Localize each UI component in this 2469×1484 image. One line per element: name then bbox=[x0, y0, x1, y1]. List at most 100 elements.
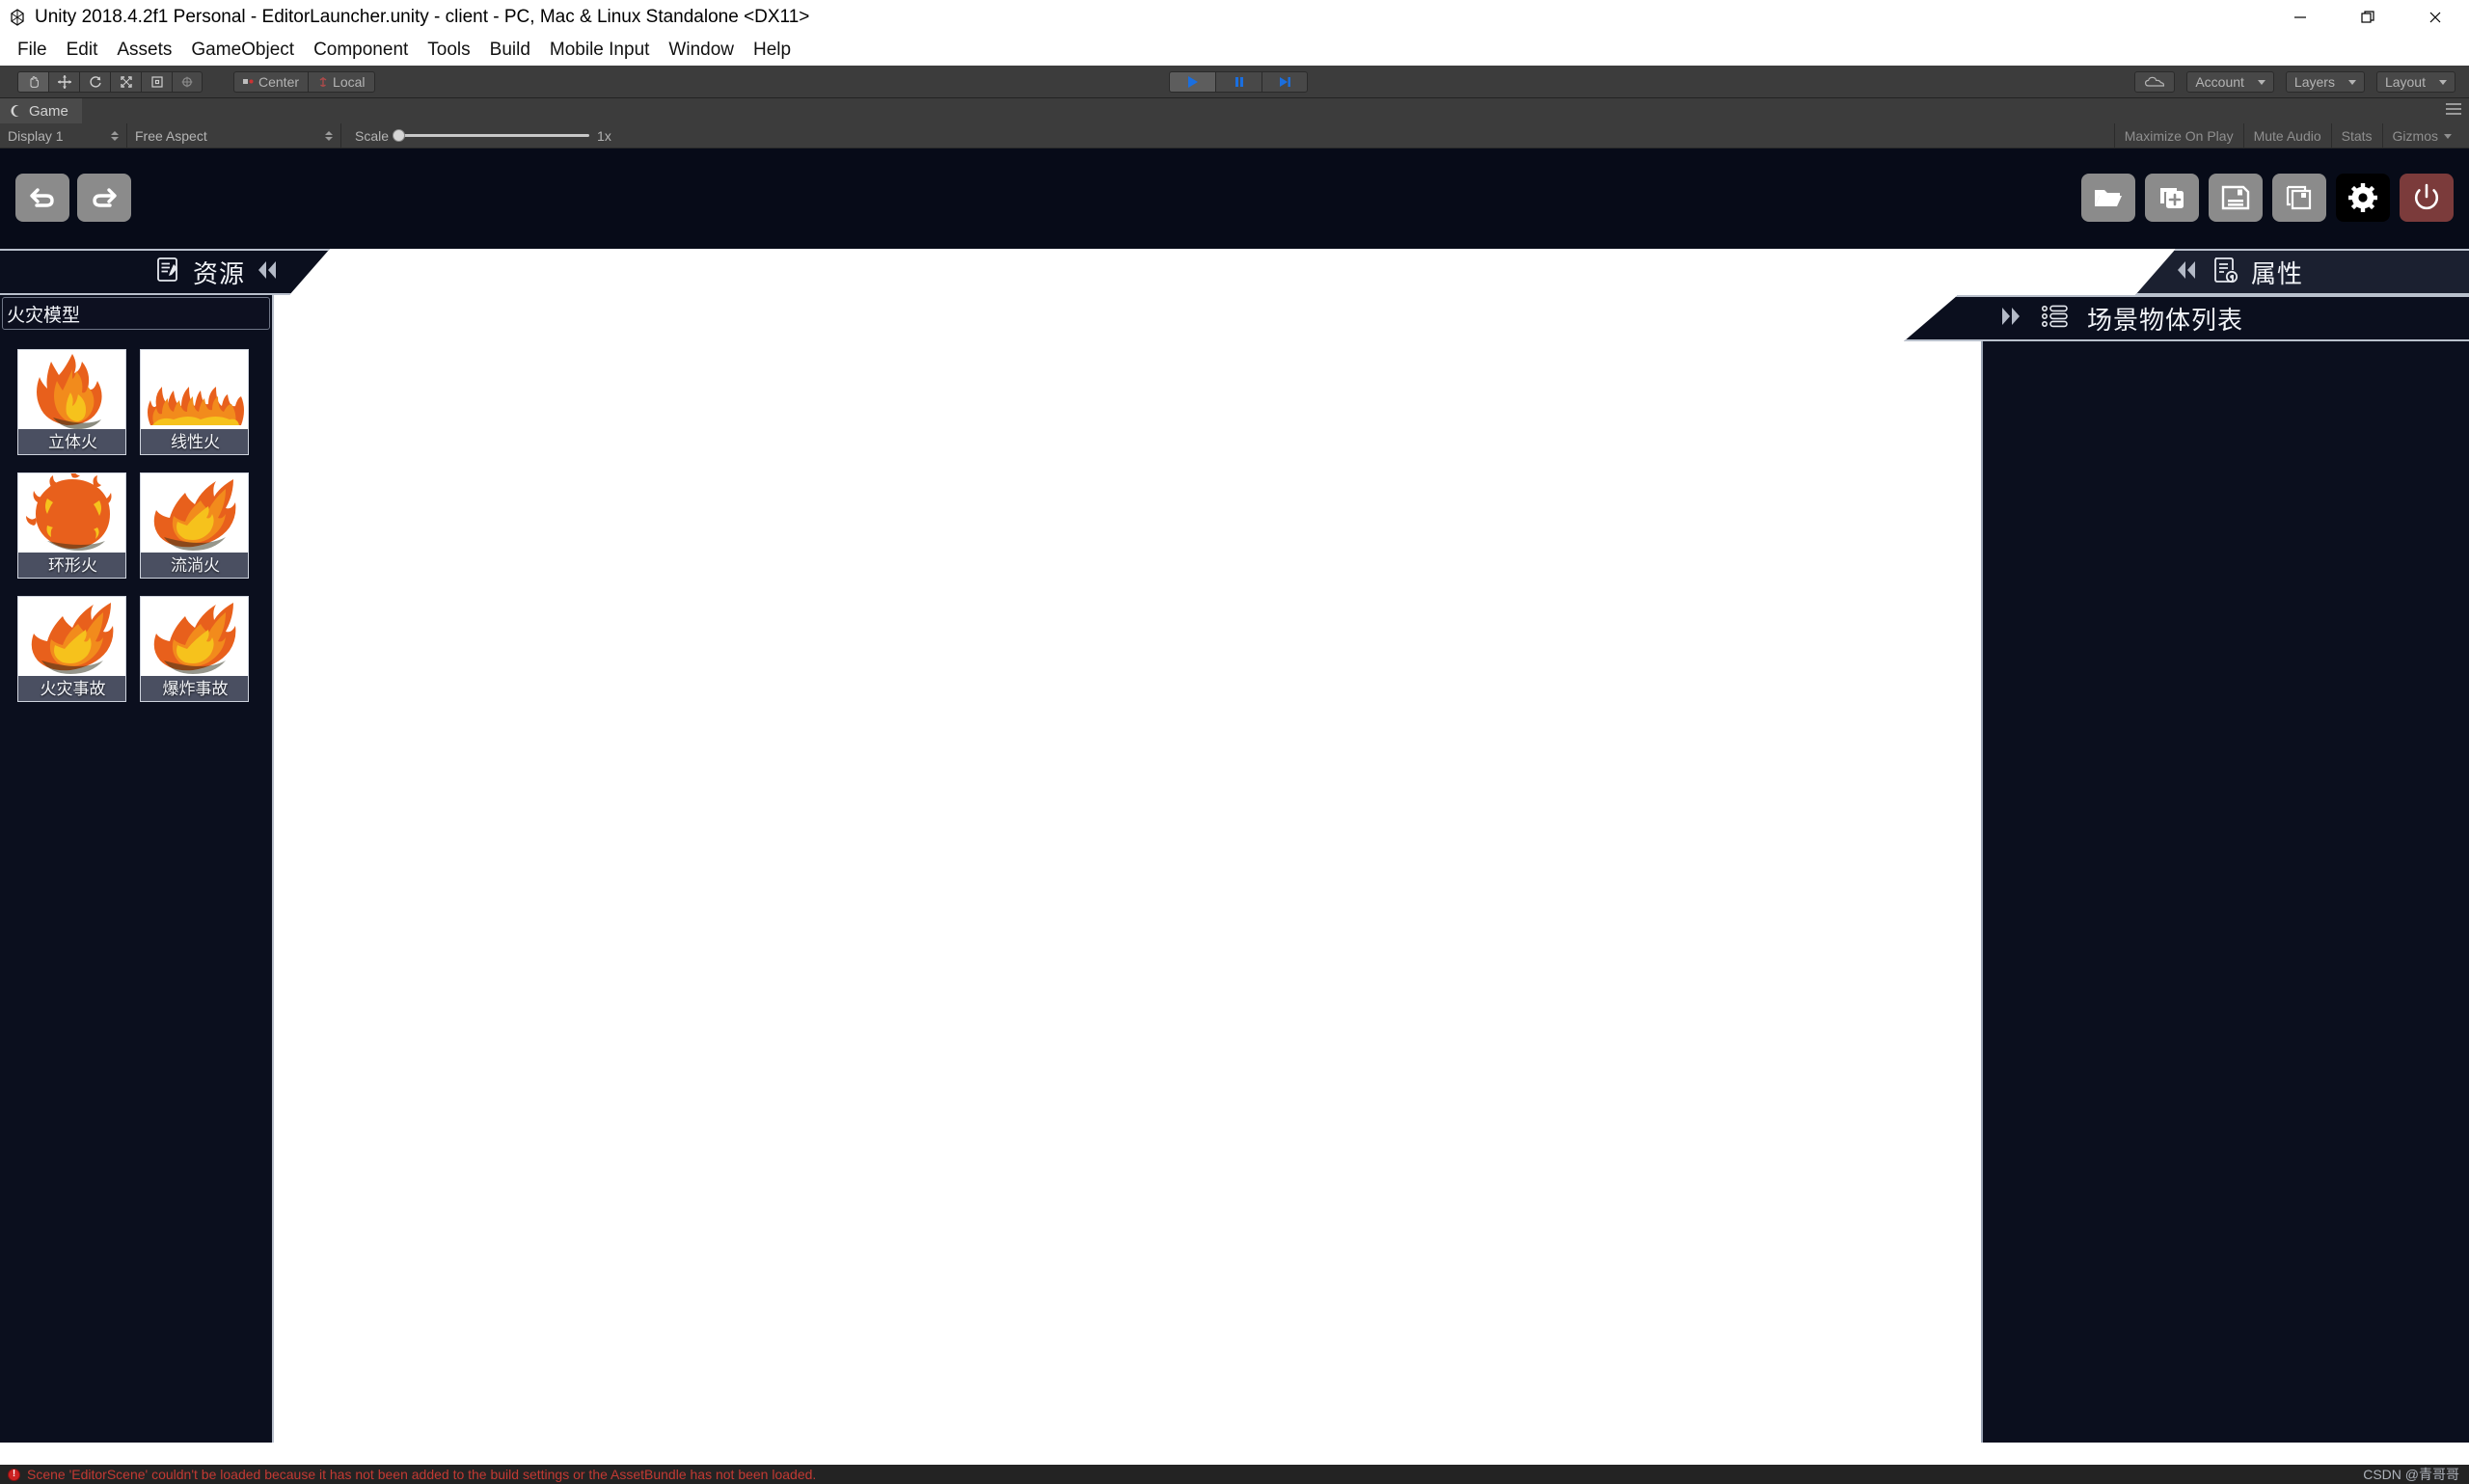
updown-arrows-icon bbox=[325, 130, 333, 141]
double-left-arrow-icon[interactable] bbox=[2174, 259, 2199, 285]
restore-button[interactable] bbox=[2334, 0, 2401, 35]
toolbar-right-controls: Account Layers Layout bbox=[2134, 71, 2455, 93]
menu-component[interactable]: Component bbox=[304, 35, 418, 66]
save-icon bbox=[2221, 185, 2250, 210]
pivot-local-label: Local bbox=[333, 73, 366, 90]
maximize-on-play-toggle[interactable]: Maximize On Play bbox=[2113, 123, 2243, 148]
rotate-tool-button[interactable] bbox=[79, 70, 110, 93]
undo-icon bbox=[30, 188, 54, 207]
gameview-tabstrip: Game bbox=[0, 98, 2469, 123]
gizmos-dropdown[interactable]: Gizmos bbox=[2381, 123, 2461, 148]
menu-help[interactable]: Help bbox=[744, 35, 800, 66]
rect-tool-icon bbox=[150, 75, 163, 88]
resource-panel-header: 资源 bbox=[0, 249, 330, 295]
play-button[interactable] bbox=[1169, 71, 1215, 93]
gameview-options-icon[interactable] bbox=[2446, 103, 2461, 117]
resource-card[interactable]: 环形火 bbox=[17, 472, 126, 579]
resource-card[interactable]: 爆炸事故 bbox=[140, 596, 249, 702]
status-message[interactable]: Scene 'EditorScene' couldn't be loaded b… bbox=[27, 1467, 816, 1482]
mute-audio-toggle[interactable]: Mute Audio bbox=[2242, 123, 2331, 148]
menu-file[interactable]: File bbox=[8, 35, 57, 66]
scale-tool-button[interactable] bbox=[110, 70, 141, 93]
pause-button[interactable] bbox=[1215, 71, 1262, 93]
layout-label: Layout bbox=[2384, 74, 2426, 90]
save-button[interactable] bbox=[2209, 174, 2263, 222]
gameview-controlbar: Display 1 Free Aspect Scale 1x Maximize … bbox=[0, 122, 2469, 148]
menu-gameobject[interactable]: GameObject bbox=[181, 35, 304, 66]
menu-build[interactable]: Build bbox=[480, 35, 540, 66]
double-right-arrow-icon[interactable] bbox=[1998, 306, 2023, 332]
tab-game[interactable]: Game bbox=[0, 98, 82, 123]
menu-tools[interactable]: Tools bbox=[418, 35, 479, 66]
fire-ring-icon bbox=[18, 473, 125, 553]
aspect-label: Free Aspect bbox=[135, 127, 207, 144]
scene-list-title: 场景物体列表 bbox=[2087, 305, 2244, 335]
property-panel-title: 属性 bbox=[2251, 258, 2304, 288]
playmode-controls bbox=[1169, 71, 1308, 93]
window-controls bbox=[2266, 0, 2469, 35]
unity-toolbar: Center Local Account Layers Layout bbox=[0, 66, 2469, 98]
gameview-toggles: Maximize On Play Mute Audio Stats Gizmos bbox=[2113, 123, 2461, 148]
scene-list-body[interactable] bbox=[1981, 341, 2469, 1443]
layers-dropdown[interactable]: Layers bbox=[2285, 71, 2365, 93]
menu-mobile-input[interactable]: Mobile Input bbox=[540, 35, 660, 66]
scale-slider-group: Scale 1x bbox=[355, 128, 611, 144]
menu-window[interactable]: Window bbox=[659, 35, 744, 66]
save-as-button[interactable] bbox=[2272, 174, 2326, 222]
hand-tool-button[interactable] bbox=[17, 70, 48, 93]
double-left-arrow-icon[interactable] bbox=[255, 259, 280, 285]
layout-dropdown[interactable]: Layout bbox=[2375, 71, 2455, 93]
explosion-accident-icon bbox=[141, 597, 248, 676]
stats-toggle[interactable]: Stats bbox=[2330, 123, 2382, 148]
scale-tool-icon bbox=[120, 75, 132, 88]
chevron-down-icon bbox=[2444, 133, 2452, 139]
close-button[interactable] bbox=[2401, 0, 2469, 35]
power-icon bbox=[2414, 183, 2439, 210]
resource-card[interactable]: 线性火 bbox=[140, 349, 249, 455]
resource-card[interactable]: 流淌火 bbox=[140, 472, 249, 579]
account-dropdown[interactable]: Account bbox=[2186, 71, 2274, 93]
rect-tool-button[interactable] bbox=[141, 70, 172, 93]
hand-tool-icon bbox=[30, 75, 39, 88]
display-select[interactable]: Display 1 bbox=[0, 122, 127, 148]
transform-tool-icon bbox=[181, 76, 193, 87]
resource-category-header: 火灾模型 bbox=[2, 297, 270, 330]
resource-card-label: 流淌火 bbox=[171, 555, 220, 575]
watermark: CSDN @青哥哥 bbox=[2363, 1467, 2459, 1482]
cloud-services-button[interactable] bbox=[2134, 71, 2176, 93]
pivot-center-button[interactable]: Center bbox=[233, 70, 309, 93]
gizmos-label: Gizmos bbox=[2392, 128, 2438, 144]
resource-card[interactable]: 火灾事故 bbox=[17, 596, 126, 702]
game-view-content: 资源 火灾模型 立体火 线性火 环形火 流淌火 火灾事故 爆炸事故 属性 场景物… bbox=[0, 148, 2469, 1465]
fire-flowing-icon bbox=[141, 473, 248, 553]
resource-panel-title: 资源 bbox=[192, 258, 245, 288]
menu-assets[interactable]: Assets bbox=[107, 35, 181, 66]
save-as-icon bbox=[2286, 185, 2312, 210]
minimize-button[interactable] bbox=[2266, 0, 2334, 35]
scale-slider-handle[interactable] bbox=[393, 129, 406, 142]
settings-button[interactable] bbox=[2336, 174, 2390, 222]
cloud-icon bbox=[2145, 76, 2165, 87]
exit-button[interactable] bbox=[2400, 174, 2454, 222]
resource-card-label: 爆炸事故 bbox=[162, 679, 229, 698]
move-tool-button[interactable] bbox=[48, 70, 79, 93]
undo-button[interactable] bbox=[15, 174, 69, 222]
new-button[interactable] bbox=[2145, 174, 2199, 222]
transform-tools bbox=[17, 70, 203, 93]
display-label: Display 1 bbox=[8, 127, 64, 144]
resource-card-label: 环形火 bbox=[48, 555, 97, 575]
unity-icon bbox=[8, 8, 27, 27]
pivot-local-button[interactable]: Local bbox=[308, 70, 375, 93]
transform-tool-button[interactable] bbox=[172, 70, 203, 93]
document-pencil-icon bbox=[154, 256, 183, 289]
aspect-select[interactable]: Free Aspect bbox=[127, 122, 341, 148]
menu-edit[interactable]: Edit bbox=[57, 35, 108, 66]
rotate-tool-icon bbox=[89, 75, 101, 88]
resource-card[interactable]: 立体火 bbox=[17, 349, 126, 455]
open-button[interactable] bbox=[2081, 174, 2135, 222]
redo-button[interactable] bbox=[77, 174, 131, 222]
resource-panel-body: 火灾模型 立体火 线性火 环形火 流淌火 火灾事故 爆炸事故 bbox=[0, 295, 274, 1443]
scale-slider[interactable] bbox=[393, 129, 590, 142]
scale-value: 1x bbox=[597, 127, 611, 144]
step-button[interactable] bbox=[1262, 71, 1308, 93]
